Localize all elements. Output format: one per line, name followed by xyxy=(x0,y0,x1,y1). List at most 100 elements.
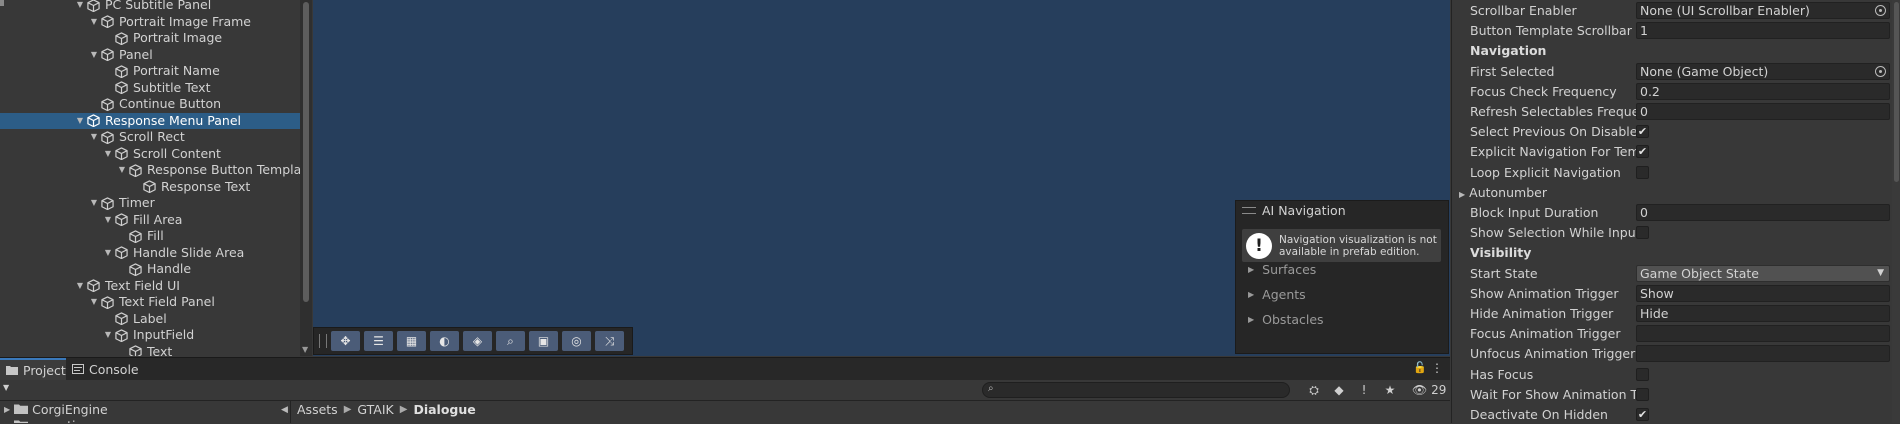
breadcrumb-item[interactable]: Assets xyxy=(297,402,338,417)
overlay-grip-icon[interactable] xyxy=(1242,207,1256,214)
ai-navigation-section-surfaces[interactable]: ▶ Surfaces xyxy=(1248,261,1316,277)
navigation-icon[interactable]: ◎ xyxy=(562,331,591,351)
hierarchy-item[interactable]: ▼ Scroll Content xyxy=(0,146,300,162)
collapse-arrow-icon[interactable]: ◀ xyxy=(281,405,288,415)
fold-arrow-icon[interactable]: ▼ xyxy=(117,162,127,178)
checkbox[interactable] xyxy=(1636,165,1649,179)
fold-arrow-icon[interactable]: ▼ xyxy=(89,294,99,310)
hierarchy-scrollbar-thumb[interactable] xyxy=(303,2,309,302)
inspector-scrollbar[interactable] xyxy=(1892,0,1900,423)
hierarchy-item[interactable]: ▼Portrait Image xyxy=(0,30,300,46)
text-field[interactable]: Hide xyxy=(1636,305,1890,322)
shuffle-icon[interactable]: ⤨ xyxy=(595,331,624,351)
fold-arrow-icon[interactable]: ▼ xyxy=(89,129,99,145)
checkbox[interactable]: ✔ xyxy=(1636,145,1649,159)
fold-arrow-icon[interactable]: ▼ xyxy=(103,245,113,261)
object-field[interactable]: None (UI Scrollbar Enabler) xyxy=(1636,2,1890,19)
property-label[interactable]: ▶ Autonumber xyxy=(1459,184,1627,201)
checkbox[interactable] xyxy=(1636,226,1649,240)
hierarchy-item[interactable]: ▼ Response Button Template xyxy=(0,162,300,178)
hierarchy-item[interactable]: ▼Subtitle Text xyxy=(0,80,300,96)
inspector-row: First Selected None (Game Object) xyxy=(1452,62,1892,81)
ai-navigation-title-bar[interactable]: AI Navigation xyxy=(1236,201,1448,220)
ai-navigation-section-agents[interactable]: ▶ Agents xyxy=(1248,286,1306,302)
orientation-icon[interactable]: ◐ xyxy=(430,331,459,351)
hierarchy-drag-handle-icon[interactable] xyxy=(0,0,4,6)
text-field[interactable]: Show xyxy=(1636,284,1890,302)
hierarchy-item[interactable]: ▼Continue Button xyxy=(0,96,300,112)
inspector-scrollbar-thumb[interactable] xyxy=(1894,2,1899,182)
checkbox[interactable] xyxy=(1636,387,1649,401)
text-field[interactable]: 0 xyxy=(1636,204,1890,221)
tab-console[interactable]: Console xyxy=(66,358,148,380)
foldout-arrow-icon[interactable]: ▶ xyxy=(1459,190,1465,199)
fold-arrow-icon[interactable]: ▼ xyxy=(103,327,113,343)
camera-icon[interactable]: ▣ xyxy=(529,331,558,351)
hierarchy-item[interactable]: ▼ Fill Area xyxy=(0,212,300,228)
breadcrumb-item[interactable]: GTAIK xyxy=(357,402,393,417)
move-tool-icon[interactable]: ✥ xyxy=(331,331,360,351)
hierarchy-item[interactable]: ▼ Scroll Rect xyxy=(0,129,300,145)
scene-view[interactable]: ✥ ☰ ▦ ◐ ◈ ⌕ ▣ ◎ ⤨ AI Navigation ! Navigation vis… xyxy=(313,0,1450,356)
hierarchy-item[interactable]: ▼ Portrait Image Frame xyxy=(0,14,300,30)
fold-arrow-icon[interactable]: ▼ xyxy=(103,146,113,162)
expand-arrow-icon[interactable]: ▶ xyxy=(4,405,10,414)
hierarchy-item[interactable]: ▼ PC Subtitle Panel xyxy=(0,0,300,13)
text-field[interactable]: 1 xyxy=(1636,22,1890,40)
layers-icon[interactable]: ◈ xyxy=(463,331,492,351)
breadcrumb-item[interactable]: Dialogue xyxy=(413,402,475,417)
hierarchy-item[interactable]: ▼Label xyxy=(0,311,300,327)
hierarchy-item[interactable]: ▼Fill xyxy=(0,228,300,244)
checkbox[interactable] xyxy=(1636,367,1649,381)
text-field[interactable]: 0.2 xyxy=(1636,82,1890,100)
zoom-icon[interactable]: ⌕ xyxy=(496,331,525,351)
transform-tool-icon[interactable]: ☰ xyxy=(364,331,393,351)
create-dropdown-icon[interactable]: ▼ xyxy=(3,383,9,392)
lock-icon[interactable]: 🔓 xyxy=(1413,361,1427,374)
fold-arrow-icon[interactable]: ▼ xyxy=(89,195,99,211)
hierarchy-item[interactable]: ▼ Panel xyxy=(0,47,300,63)
hierarchy-item[interactable]: ▼ Handle Slide Area xyxy=(0,245,300,261)
object-field[interactable]: None (Game Object) xyxy=(1636,62,1890,80)
inspector-row: Explicit Navigation For Temp ✔ xyxy=(1452,142,1892,161)
toolbar-grip-icon[interactable] xyxy=(319,334,327,348)
info-icon[interactable]: ! xyxy=(1356,382,1372,398)
fold-arrow-icon[interactable]: ▼ xyxy=(89,14,99,30)
dropdown-field[interactable]: Game Object State ▼ xyxy=(1636,264,1890,282)
checkbox[interactable]: ✔ xyxy=(1636,408,1649,421)
object-picker-icon[interactable] xyxy=(1875,5,1886,16)
search-by-type-icon[interactable]: ⛭ xyxy=(1306,382,1322,398)
scroll-down-icon[interactable]: ▼ xyxy=(302,345,308,354)
hidden-packages-toggle[interactable]: 👁 29 xyxy=(1412,382,1446,398)
hierarchy-item[interactable]: ▼ Text Field Panel xyxy=(0,294,300,310)
fold-arrow-icon[interactable]: ▼ xyxy=(75,113,85,129)
grid-snap-icon[interactable]: ▦ xyxy=(397,331,426,351)
project-search-input[interactable]: ⌕ xyxy=(982,382,1290,398)
text-field[interactable] xyxy=(1636,325,1890,343)
text-field[interactable] xyxy=(1636,345,1890,363)
hierarchy-item[interactable]: ▼ Response Menu Panel xyxy=(0,112,300,129)
field-value: 0 xyxy=(1640,205,1648,220)
hierarchy-item[interactable]: ▼ Timer xyxy=(0,195,300,211)
hierarchy-scrollbar[interactable]: ▼ xyxy=(300,0,312,356)
hierarchy-item[interactable]: ▼Text xyxy=(0,344,300,356)
panel-menu-icon[interactable]: ⋮ xyxy=(1431,361,1443,375)
fold-arrow-icon[interactable]: ▼ xyxy=(89,47,99,63)
hierarchy-item[interactable]: ▼ Text Field UI xyxy=(0,278,300,294)
tab-project[interactable]: Project xyxy=(0,358,66,380)
favorite-icon[interactable]: ★ xyxy=(1382,382,1398,398)
object-picker-icon[interactable] xyxy=(1875,65,1886,77)
fold-arrow-icon[interactable]: ▼ xyxy=(103,212,113,228)
hierarchy-item[interactable]: ▼Portrait Name xyxy=(0,63,300,79)
project-folder-item[interactable]: ▶coroutine xyxy=(4,417,91,423)
project-folder-item[interactable]: ▶ CorgiEngine xyxy=(4,401,108,417)
text-field[interactable]: 0 xyxy=(1636,103,1890,120)
hierarchy-item[interactable]: ▼ InputField xyxy=(0,327,300,343)
hierarchy-item[interactable]: ▼Handle xyxy=(0,261,300,277)
fold-arrow-icon[interactable]: ▼ xyxy=(75,0,85,13)
search-by-label-icon[interactable]: ◆ xyxy=(1331,382,1347,398)
ai-navigation-section-obstacles[interactable]: ▶ Obstacles xyxy=(1248,311,1324,327)
hierarchy-item[interactable]: ▼Response Text xyxy=(0,179,300,195)
checkbox[interactable]: ✔ xyxy=(1636,125,1649,139)
fold-arrow-icon[interactable]: ▼ xyxy=(75,278,85,294)
